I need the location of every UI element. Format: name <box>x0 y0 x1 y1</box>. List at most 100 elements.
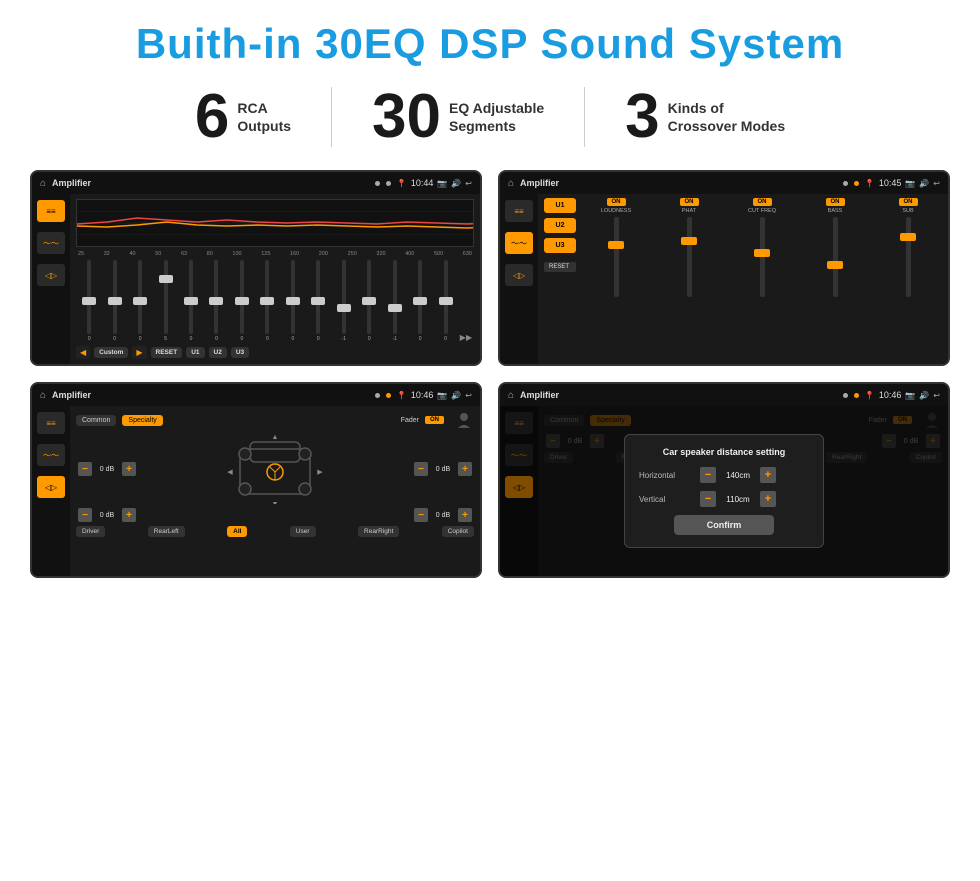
eq-track-15[interactable] <box>444 260 448 334</box>
rearleft-btn[interactable]: RearLeft <box>148 526 185 537</box>
phat-on-badge[interactable]: ON <box>680 198 699 206</box>
loudness-on-badge[interactable]: ON <box>607 198 626 206</box>
eq-track-6[interactable] <box>214 260 218 334</box>
eq-slider-2[interactable]: 0 <box>103 260 125 342</box>
eq-track-4[interactable] <box>164 260 168 334</box>
cutfreq-track[interactable] <box>760 217 765 297</box>
horizontal-plus-btn[interactable]: + <box>760 467 776 483</box>
eq-thumb-6[interactable] <box>209 297 223 305</box>
eq-u1-btn[interactable]: U1 <box>186 347 204 358</box>
home-icon-3[interactable]: ⌂ <box>40 390 46 401</box>
eq-slider-15[interactable]: 0 <box>434 260 456 342</box>
eq-thumb-13[interactable] <box>388 304 402 312</box>
fader-on-badge[interactable]: ON <box>425 416 444 424</box>
back-icon-1[interactable]: ↩ <box>465 179 472 188</box>
vol-rl-minus[interactable]: − <box>78 508 92 522</box>
horizontal-minus-btn[interactable]: − <box>700 467 716 483</box>
user-btn[interactable]: User <box>290 526 316 537</box>
eq-track-13[interactable] <box>393 260 397 334</box>
all-btn[interactable]: All <box>227 526 247 537</box>
cutfreq-on-badge[interactable]: ON <box>753 198 772 206</box>
eq-track-14[interactable] <box>418 260 422 334</box>
eq-slider-3[interactable]: 0 <box>129 260 151 342</box>
sidebar-wave-btn-3[interactable]: 〜〜 <box>37 444 65 466</box>
rearright-btn[interactable]: RearRight <box>358 526 399 537</box>
tab-common[interactable]: Common <box>76 415 116 426</box>
bass-thumb[interactable] <box>827 261 843 269</box>
crossover-reset-btn[interactable]: RESET <box>544 262 576 272</box>
copilot-btn[interactable]: Copilot <box>442 526 474 537</box>
bass-on-badge[interactable]: ON <box>826 198 845 206</box>
vertical-plus-btn[interactable]: + <box>760 491 776 507</box>
sidebar-eq-btn-2[interactable]: ≡≡ <box>505 200 533 222</box>
sidebar-wave-btn[interactable]: 〜〜 <box>37 232 65 254</box>
eq-thumb-8[interactable] <box>260 297 274 305</box>
vol-fr-plus[interactable]: + <box>458 462 472 476</box>
phat-track[interactable] <box>687 217 692 297</box>
eq-track-2[interactable] <box>113 260 117 334</box>
sub-thumb[interactable] <box>900 233 916 241</box>
home-icon-4[interactable]: ⌂ <box>508 390 514 401</box>
eq-track-7[interactable] <box>240 260 244 334</box>
eq-track-12[interactable] <box>367 260 371 334</box>
back-icon-2[interactable]: ↩ <box>933 179 940 188</box>
sidebar-vol-btn-2[interactable]: ◁▷ <box>505 264 533 286</box>
home-icon-1[interactable]: ⌂ <box>40 178 46 189</box>
eq-slider-9[interactable]: 0 <box>282 260 304 342</box>
eq-next-btn[interactable]: ▶ <box>132 346 146 359</box>
vol-fl-plus[interactable]: + <box>122 462 136 476</box>
eq-u2-btn[interactable]: U2 <box>209 347 227 358</box>
tab-specialty[interactable]: Specialty <box>122 415 162 426</box>
eq-slider-5[interactable]: 0 <box>180 260 202 342</box>
home-icon-2[interactable]: ⌂ <box>508 178 514 189</box>
eq-thumb-10[interactable] <box>311 297 325 305</box>
vol-fl-minus[interactable]: − <box>78 462 92 476</box>
eq-slider-6[interactable]: 0 <box>205 260 227 342</box>
eq-track-9[interactable] <box>291 260 295 334</box>
sidebar-eq-btn[interactable]: ≡≡ <box>37 200 65 222</box>
eq-thumb-11[interactable] <box>337 304 351 312</box>
eq-track-1[interactable] <box>87 260 91 334</box>
eq-thumb-14[interactable] <box>413 297 427 305</box>
loudness-track[interactable] <box>614 217 619 297</box>
back-icon-3[interactable]: ↩ <box>465 391 472 400</box>
vol-rl-plus[interactable]: + <box>122 508 136 522</box>
eq-slider-11[interactable]: -1 <box>333 260 355 342</box>
crossover-u1-btn[interactable]: U1 <box>544 198 576 213</box>
confirm-button[interactable]: Confirm <box>674 515 774 535</box>
eq-thumb-7[interactable] <box>235 297 249 305</box>
back-icon-4[interactable]: ↩ <box>933 391 940 400</box>
crossover-u3-btn[interactable]: U3 <box>544 238 576 253</box>
phat-thumb[interactable] <box>681 237 697 245</box>
eq-track-3[interactable] <box>138 260 142 334</box>
cutfreq-thumb[interactable] <box>754 249 770 257</box>
eq-slider-10[interactable]: 0 <box>307 260 329 342</box>
eq-slider-13[interactable]: -1 <box>383 260 405 342</box>
eq-thumb-1[interactable] <box>82 297 96 305</box>
sidebar-vol-btn[interactable]: ◁▷ <box>37 264 65 286</box>
sidebar-vol-btn-3[interactable]: ◁▷ <box>37 476 65 498</box>
eq-slider-7[interactable]: 0 <box>231 260 253 342</box>
vol-fr-minus[interactable]: − <box>414 462 428 476</box>
sub-on-badge[interactable]: ON <box>899 198 918 206</box>
eq-more-icon[interactable]: ▶▶ <box>460 333 472 342</box>
eq-slider-4[interactable]: 5 <box>154 260 176 342</box>
eq-thumb-15[interactable] <box>439 297 453 305</box>
eq-track-8[interactable] <box>265 260 269 334</box>
eq-track-11[interactable] <box>342 260 346 334</box>
loudness-thumb[interactable] <box>608 241 624 249</box>
vertical-minus-btn[interactable]: − <box>700 491 716 507</box>
eq-thumb-5[interactable] <box>184 297 198 305</box>
eq-slider-14[interactable]: 0 <box>409 260 431 342</box>
eq-u3-btn[interactable]: U3 <box>231 347 249 358</box>
eq-slider-8[interactable]: 0 <box>256 260 278 342</box>
eq-thumb-9[interactable] <box>286 297 300 305</box>
bass-track[interactable] <box>833 217 838 297</box>
eq-slider-12[interactable]: 0 <box>358 260 380 342</box>
eq-prev-btn[interactable]: ◀ <box>76 346 90 359</box>
eq-thumb-3[interactable] <box>133 297 147 305</box>
eq-thumb-12[interactable] <box>362 297 376 305</box>
sub-track[interactable] <box>906 217 911 297</box>
eq-reset-btn[interactable]: RESET <box>151 347 183 358</box>
eq-track-5[interactable] <box>189 260 193 334</box>
